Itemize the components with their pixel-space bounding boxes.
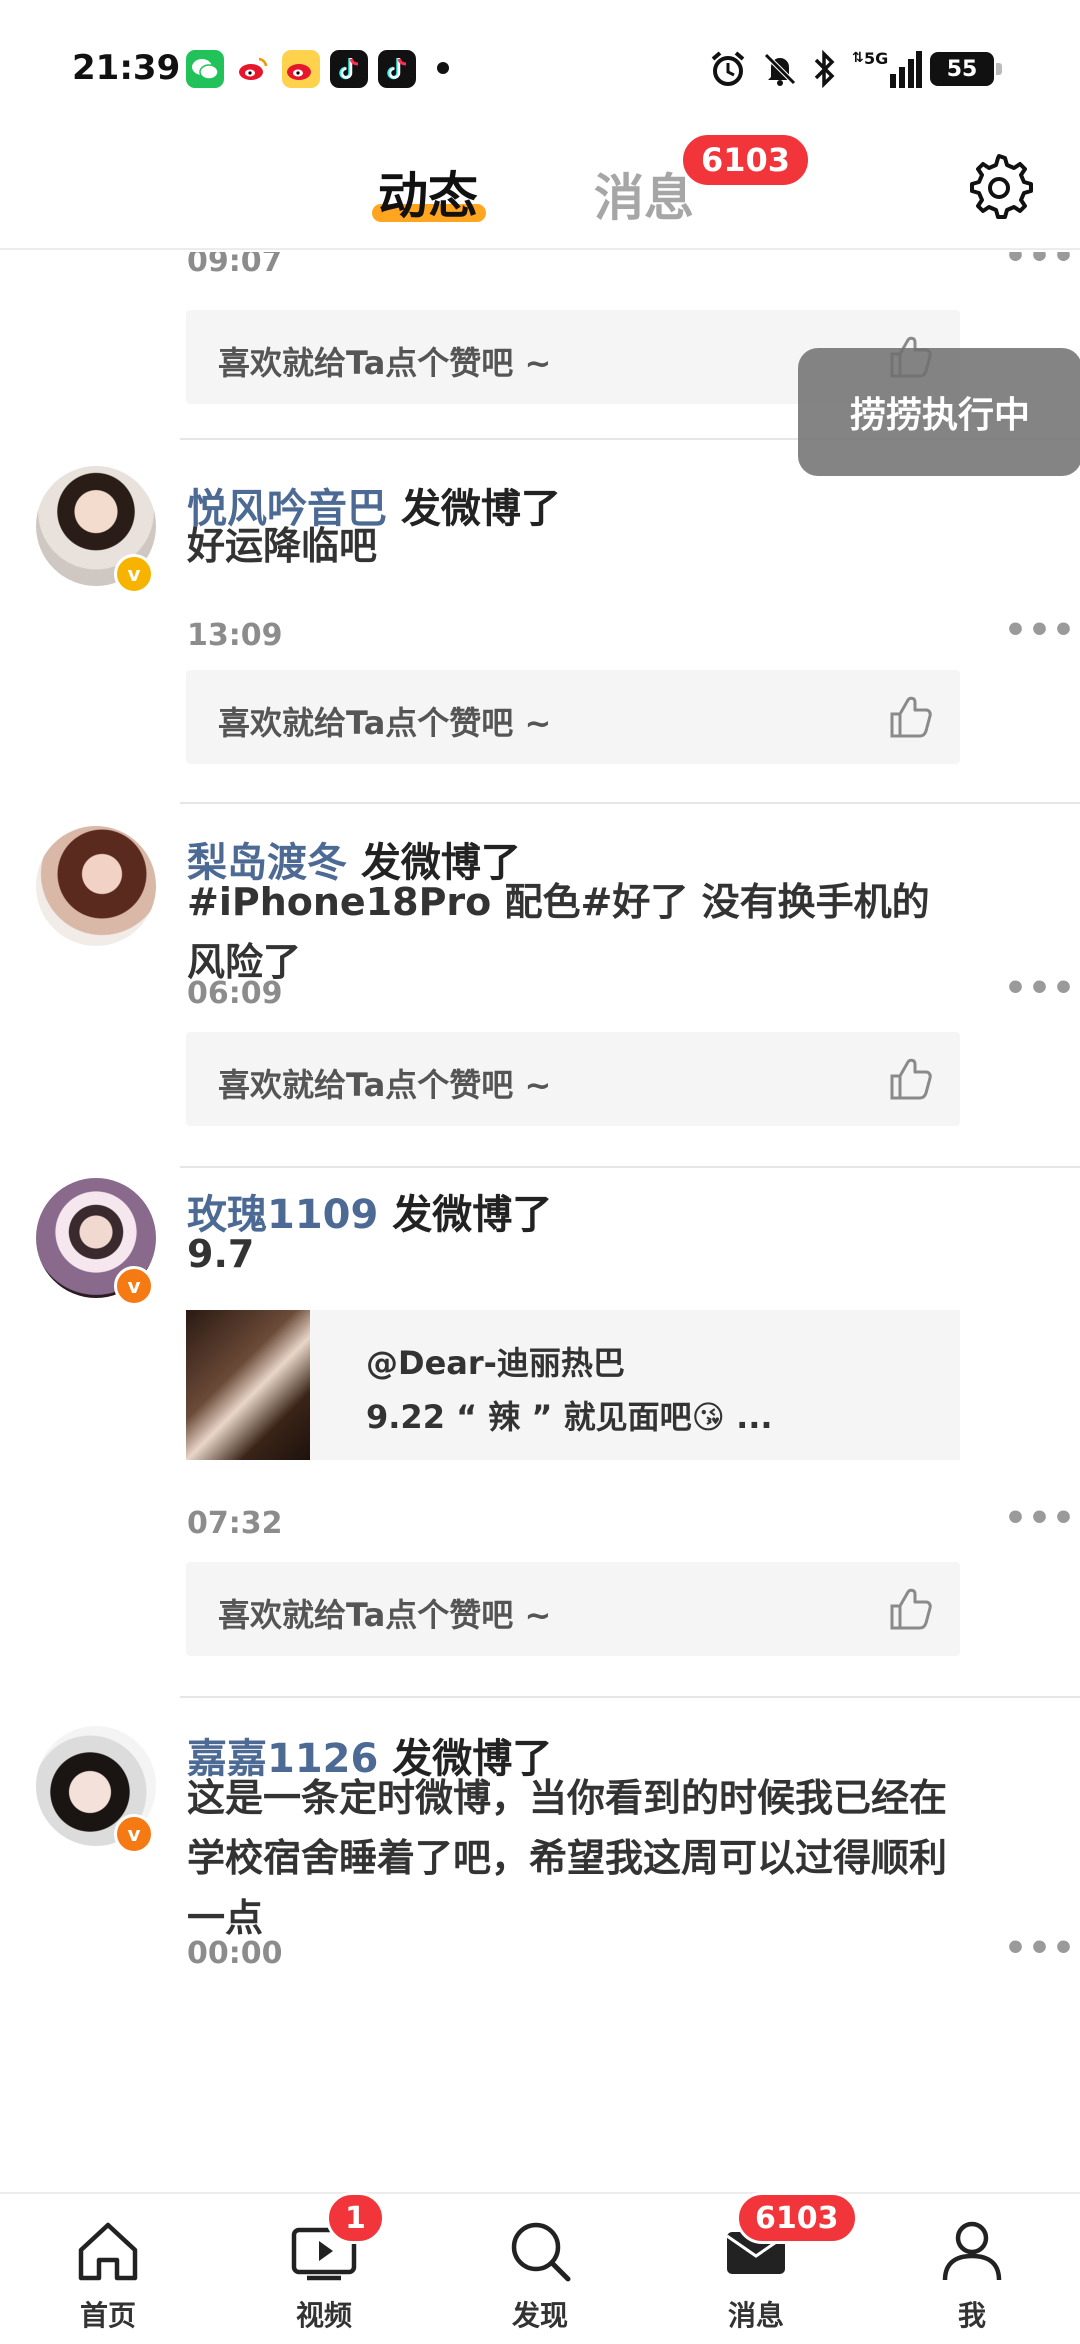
bottom-nav: 首页 1 视频 发现 6103 消息 我 [0,2192,1080,2344]
tab-xiaoxi[interactable]: 消息 [594,158,694,230]
nav-label-home: 首页 [79,2299,136,2332]
nav-label-video: 视频 [295,2299,352,2332]
thumbs-up-icon[interactable] [886,692,936,742]
post-text[interactable]: #iPhone18Pro 配色#好了 没有换手机的风险了 [187,872,947,992]
more-options-icon[interactable]: ••• [1004,252,1076,277]
weibo-icon [282,50,320,88]
nav-item-home[interactable]: 首页 [28,2194,188,2344]
post-time: 09:07 [187,252,283,279]
feed-list[interactable]: 09:07 ••• 喜欢就给Ta点个赞吧 ~ v 悦风吟音巴 发微博了 好运降临… [0,252,1080,2192]
5g-signal-icon: ⇅ 5G [850,48,922,90]
like-prompt-text: 喜欢就给Ta点个赞吧 ~ [218,344,552,382]
like-prompt-text: 喜欢就给Ta点个赞吧 ~ [218,1066,552,1104]
weibo-icon [234,50,272,88]
repost-text: 9.22 “ 辣 ” 就见面吧😘 ... [366,1398,773,1436]
toast-message: 捞捞执行中 [798,348,1080,476]
tiktok-icon [378,50,416,88]
nav-item-discover[interactable]: 发现 [460,2194,620,2344]
like-prompt-bar[interactable]: 喜欢就给Ta点个赞吧 ~ [186,1032,960,1126]
top-header: 动态 消息 6103 [0,120,1080,250]
more-options-icon[interactable]: ••• [1004,1928,1076,1969]
more-notifications-icon [437,62,449,74]
nav-label-profile: 我 [957,2299,986,2332]
alarm-icon [708,48,748,90]
nav-label-discover: 发现 [511,2299,568,2332]
post-text[interactable]: 这是一条定时微博，当你看到的时候我已经在学校宿舍睡着了吧，希望我这周可以过得顺利… [187,1768,947,1948]
message-count-badge: 6103 [680,132,812,188]
feed-divider [180,1166,1080,1168]
thumbs-up-icon[interactable] [886,1584,936,1634]
nav-badge-video: 1 [326,2192,385,2244]
verified-badge-icon: v [114,1814,154,1854]
like-prompt-text: 喜欢就给Ta点个赞吧 ~ [218,1596,552,1634]
settings-gear-icon[interactable] [964,150,1034,220]
search-icon [505,2216,575,2286]
wechat-icon [186,50,224,88]
repost-author[interactable]: @Dear-迪丽热巴 [366,1338,625,1384]
nav-label-message: 消息 [727,2299,784,2332]
status-bar: 21:39 ⇅ 5G 55 [0,0,1080,120]
battery-indicator: 55 [930,52,1002,86]
avatar[interactable] [36,826,156,946]
profile-icon [937,2216,1007,2286]
more-options-icon[interactable]: ••• [1004,968,1076,1009]
nav-item-message[interactable]: 6103 消息 [676,2192,858,2344]
repost-thumbnail [186,1310,310,1460]
svg-text:⇅: ⇅ [852,50,864,66]
home-icon [73,2216,143,2286]
like-prompt-bar[interactable]: 喜欢就给Ta点个赞吧 ~ [186,1562,960,1656]
like-prompt-text: 喜欢就给Ta点个赞吧 ~ [218,704,552,742]
status-time: 21:39 [72,48,181,88]
bluetooth-icon [808,48,842,90]
post-time: 13:09 [187,618,283,653]
tiktok-icon [330,50,368,88]
feed-divider [180,802,1080,804]
post-time: 07:32 [187,1506,283,1541]
nav-badge-message: 6103 [736,2192,858,2244]
verified-badge-icon: v [114,1266,154,1306]
more-options-icon[interactable]: ••• [1004,610,1076,651]
nav-item-video[interactable]: 1 视频 [244,2192,404,2344]
post-text[interactable]: 好运降临吧 [187,516,947,576]
verified-badge-icon: v [114,554,154,594]
mute-icon [760,48,800,90]
post-time: 06:09 [187,976,283,1011]
tab-dongtai[interactable]: 动态 [378,156,478,228]
nav-item-profile[interactable]: 我 [892,2194,1052,2344]
post-time: 00:00 [187,1936,283,1971]
repost-card[interactable]: @Dear-迪丽热巴 9.22 “ 辣 ” 就见面吧😘 ... [186,1310,960,1460]
like-prompt-bar[interactable]: 喜欢就给Ta点个赞吧 ~ [186,670,960,764]
feed-divider [180,1696,1080,1698]
thumbs-up-icon[interactable] [886,1054,936,1104]
network-label: 5G [864,49,888,68]
more-options-icon[interactable]: ••• [1004,1498,1076,1539]
post-text[interactable]: 9.7 [187,1224,947,1284]
